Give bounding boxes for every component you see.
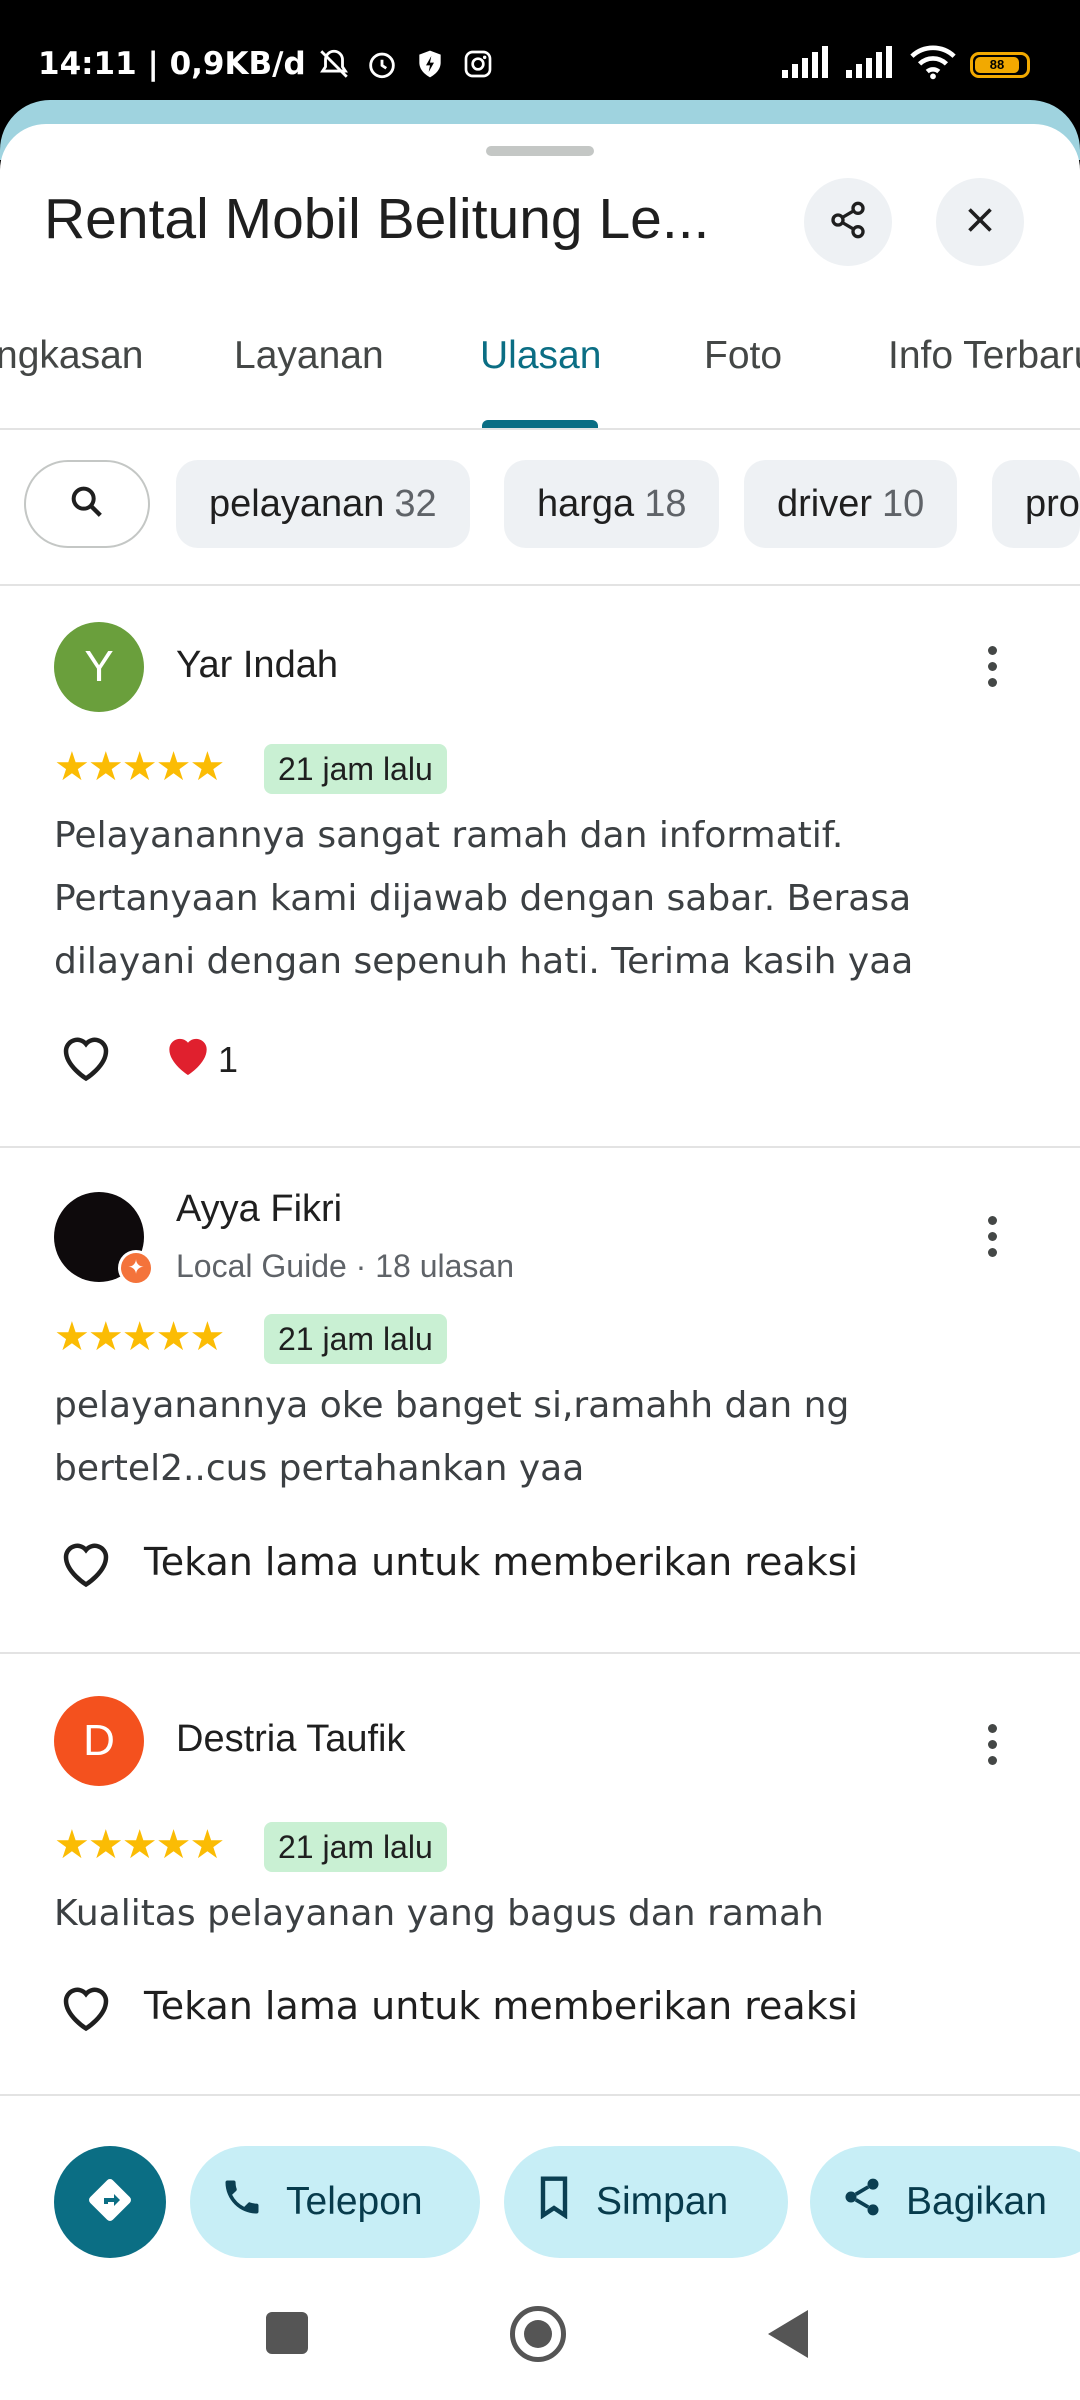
- close-button[interactable]: [936, 178, 1024, 266]
- instagram-icon: [458, 44, 498, 84]
- close-icon: [962, 202, 998, 243]
- directions-button[interactable]: [54, 2146, 166, 2258]
- review-search-button[interactable]: [24, 460, 150, 548]
- like-heart-icon[interactable]: [56, 1534, 116, 1590]
- tabs-divider: [0, 428, 1080, 430]
- action-bar: Telepon Simpan Bagikan: [0, 2118, 1080, 2258]
- chip-count: 32: [394, 482, 437, 525]
- chip-label: harga: [537, 482, 635, 525]
- chip-label: pro: [1025, 482, 1080, 525]
- drag-handle[interactable]: [486, 146, 594, 156]
- back-button[interactable]: [768, 2310, 808, 2358]
- avatar[interactable]: Y: [54, 622, 144, 712]
- review-text: Kualitas pelayanan yang bagus dan ramah: [54, 1893, 824, 1934]
- home-button[interactable]: [510, 2306, 566, 2362]
- tab-reviews[interactable]: Ulasan: [480, 334, 601, 378]
- filter-chip-pro[interactable]: pro: [992, 460, 1080, 548]
- like-heart-icon[interactable]: [56, 1028, 116, 1084]
- review-time-badge: 21 jam lalu: [264, 744, 447, 794]
- review-text: pelayanannya oke banget si,ramahh dan ng…: [54, 1385, 850, 1489]
- filter-chip-pelayanan[interactable]: pelayanan 32: [176, 460, 470, 548]
- save-button[interactable]: Simpan: [504, 2146, 788, 2258]
- call-label: Telepon: [286, 2180, 423, 2223]
- share-icon: [840, 2175, 884, 2229]
- recent-apps-button[interactable]: [266, 2312, 308, 2354]
- like-heart-icon[interactable]: [56, 1978, 116, 2034]
- avatar[interactable]: D: [54, 1696, 144, 1786]
- chip-label: pelayanan: [209, 482, 385, 525]
- filter-chip-driver[interactable]: driver 10: [744, 460, 958, 548]
- status-time: 14:11 | 0,9KB/d: [38, 46, 306, 82]
- star-rating: ★★★★★: [54, 745, 225, 789]
- bookmark-icon: [534, 2175, 574, 2229]
- status-left: 14:11 | 0,9KB/d: [38, 44, 498, 84]
- share-button[interactable]: [804, 178, 892, 266]
- more-options-button[interactable]: [972, 1714, 1012, 1774]
- share-label: Bagikan: [906, 2180, 1047, 2223]
- reviewer-name[interactable]: Ayya Fikri: [176, 1188, 342, 1231]
- signal-icon: [782, 46, 832, 83]
- reviewer-subtitle: Local Guide · 18 ulasan: [176, 1248, 514, 1284]
- battery-icon: 88: [970, 51, 1030, 78]
- more-options-button[interactable]: [972, 1206, 1012, 1266]
- reviewer-name[interactable]: Yar Indah: [176, 644, 338, 687]
- more-options-button[interactable]: [972, 636, 1012, 696]
- phone-icon: [220, 2175, 264, 2229]
- reaction-summary[interactable]: 1: [160, 1028, 238, 1091]
- signal-icon: [846, 46, 896, 83]
- place-title: Rental Mobil Belitung Le...: [44, 187, 710, 251]
- filter-chip-harga[interactable]: harga 18: [504, 460, 720, 548]
- share-place-button[interactable]: Bagikan: [810, 2146, 1080, 2258]
- status-right: 88: [782, 44, 1030, 85]
- wifi-icon: [910, 44, 956, 85]
- review-time-badge: 21 jam lalu: [264, 1822, 447, 1872]
- filters-divider: [0, 584, 1080, 586]
- review-time-badge: 21 jam lalu: [264, 1314, 447, 1364]
- avatar-letter: Y: [84, 642, 114, 691]
- red-heart-icon: [160, 1028, 216, 1091]
- tab-updates[interactable]: Info Terbaru: [888, 334, 1080, 378]
- share-icon: [828, 200, 868, 245]
- battery-level: 88: [975, 56, 1019, 73]
- system-nav-bar: [0, 2258, 1080, 2400]
- call-button[interactable]: Telepon: [190, 2146, 480, 2258]
- avatar[interactable]: ✦: [54, 1192, 154, 1286]
- review-divider: [0, 1146, 1080, 1148]
- tab-services[interactable]: Layanan: [234, 334, 384, 378]
- review-text: Pelayanannya sangat ramah dan informatif…: [54, 815, 914, 982]
- review-divider: [0, 1652, 1080, 1654]
- reaction-hint[interactable]: Tekan lama untuk memberikan reaksi: [144, 1984, 858, 2028]
- chip-label: driver: [777, 482, 873, 525]
- active-tab-indicator: [482, 420, 598, 428]
- alarm-icon: [362, 44, 402, 84]
- star-rating: ★★★★★: [54, 1823, 225, 1867]
- mute-bell-icon: [314, 44, 354, 84]
- local-guide-badge-icon: ✦: [118, 1250, 154, 1286]
- search-icon: [67, 482, 107, 527]
- reaction-count: 1: [218, 1038, 239, 1080]
- star-rating: ★★★★★: [54, 1315, 225, 1359]
- chip-count: 18: [644, 482, 687, 525]
- tab-photos[interactable]: Foto: [704, 334, 782, 378]
- tab-overview[interactable]: ngkasan: [0, 334, 143, 378]
- save-label: Simpan: [596, 2180, 729, 2223]
- chip-count: 10: [882, 482, 925, 525]
- shield-bolt-icon: [410, 44, 450, 84]
- avatar-letter: D: [83, 1716, 115, 1765]
- reaction-hint[interactable]: Tekan lama untuk memberikan reaksi: [144, 1540, 858, 1584]
- review-divider: [0, 2094, 1080, 2096]
- place-sheet: Rental Mobil Belitung Le... ngkasan Laya…: [0, 124, 1080, 2154]
- directions-icon: [86, 2176, 134, 2229]
- reviewer-name[interactable]: Destria Taufik: [176, 1718, 406, 1761]
